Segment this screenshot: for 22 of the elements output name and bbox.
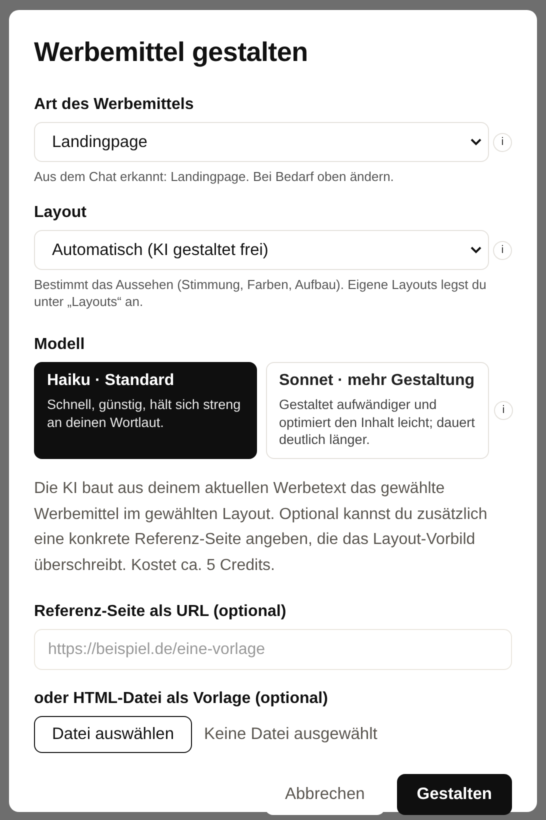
field-label: Modell <box>34 336 86 354</box>
hint-text: Aus dem Chat erkannt: Landingpage. Bei Bedarf oben ändern. <box>34 168 395 185</box>
field-label: Referenz-Seite als URL (optional) <box>34 603 288 621</box>
select-field[interactable]: Automatisch (KI gestaltet frei) <box>34 230 489 270</box>
model-option[interactable]: Sonnet · mehr Gestaltung Gestaltet aufwändiger und optimiert den Inhalt leicht; dauert deutlich länger. <box>266 362 489 459</box>
dialog-title: Werbemittel gestalten <box>34 36 309 69</box>
hint-text: Bestimmt das Aussehen (Stimmung, Farben, Aufbau). Eigene Layouts legst du unter „Layouts“ an. <box>34 276 488 310</box>
choose-file-button[interactable]: Datei auswählen <box>34 716 192 753</box>
select-field[interactable]: Landingpage <box>34 122 489 162</box>
field-label: oder HTML-Datei als Vorlage (optional) <box>34 690 329 708</box>
field-label: Art des Werbemittels <box>34 96 195 114</box>
submit-button[interactable]: Gestalten <box>396 774 512 815</box>
file-status-text: Keine Datei ausgewählt <box>204 725 378 744</box>
url-input-field[interactable]: https://beispiel.de/eine-vorlage <box>34 629 512 670</box>
info-button[interactable]: i <box>494 401 513 420</box>
info-button[interactable]: i <box>493 240 512 260</box>
field-label: Layout <box>34 204 88 222</box>
chevron-icon <box>470 138 482 146</box>
description-text: Die KI baut aus deinem aktuellen Werbetext das gewählte Werbemittel im gewählten Layout. Optional kannst du zusätzlich eine konkrete Referenz-Seite angeben, die das Layout-Vorbild überschreibt. Kostet ca. 5 Credits. <box>34 479 488 576</box>
info-button[interactable]: i <box>493 132 512 152</box>
model-option[interactable]: Haiku · Standard Schnell, günstig, hält sich streng an deinen Wortlaut. <box>34 362 257 459</box>
chevron-icon <box>470 246 482 254</box>
